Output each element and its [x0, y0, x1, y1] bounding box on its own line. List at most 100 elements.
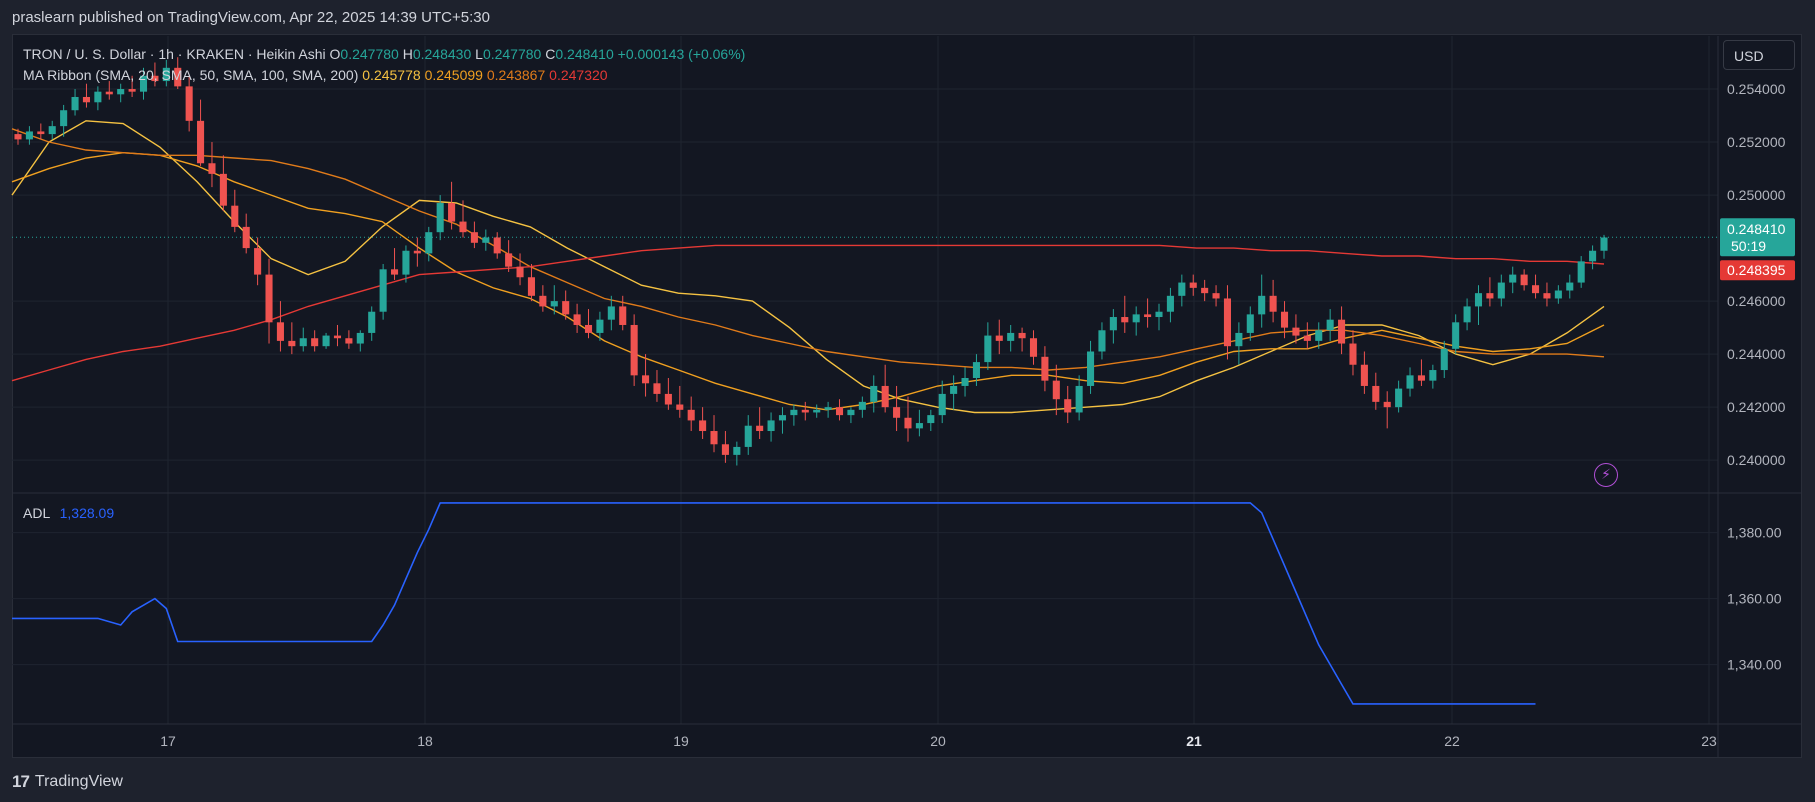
candle-down [904, 417, 912, 429]
adl-legend: ADL 1,328.09 [23, 505, 114, 521]
candle-up [778, 415, 787, 421]
candle-down [1543, 293, 1551, 299]
candle-up [436, 203, 444, 233]
candle-down [1144, 314, 1152, 318]
currency-button[interactable]: USD [1723, 40, 1795, 70]
candle-down [573, 314, 581, 325]
candle-down [219, 173, 227, 206]
x-tick-label: 19 [673, 733, 689, 749]
price-tick-label: 0.240000 [1727, 452, 1786, 468]
ma-value-20: 0.245778 [362, 67, 421, 83]
candle-up [915, 423, 923, 429]
candle-up [1509, 274, 1517, 283]
candle-down [539, 295, 547, 307]
candle-down [311, 338, 319, 347]
candle-down [653, 383, 661, 394]
candle-down [459, 221, 467, 233]
candle-down [185, 86, 193, 121]
adl-tick-label: 1,380.00 [1727, 525, 1782, 541]
adl-label: ADL [23, 505, 50, 521]
ma-value-200: 0.247320 [549, 67, 608, 83]
candle-up [379, 269, 387, 312]
candle-down [1532, 285, 1540, 294]
candle-up [1155, 311, 1163, 318]
candle-up [596, 319, 604, 333]
candle-down [1041, 356, 1049, 381]
lightning-bolt-icon[interactable]: ⚡ [1594, 463, 1618, 487]
candle-down [1064, 399, 1072, 413]
candle-down [208, 163, 216, 174]
tradingview-mark: 17 [12, 772, 30, 791]
candle-down [562, 301, 570, 315]
candle-up [402, 250, 410, 275]
candle-down [493, 237, 501, 254]
candle-down [584, 324, 593, 333]
candle-down [1029, 338, 1038, 357]
candle-up [94, 91, 102, 103]
candle-up [1087, 351, 1095, 386]
candle-down [288, 340, 296, 347]
symbol-title: TRON / U. S. Dollar · 1h · KRAKEN · Heik… [23, 46, 326, 62]
candle-down [333, 335, 342, 339]
candle-up [847, 409, 855, 416]
adl-tick-label: 1,360.00 [1727, 591, 1782, 607]
candle-up [1452, 322, 1460, 349]
candle-down [1360, 364, 1368, 386]
candle-up [48, 126, 56, 135]
candle-down [197, 120, 205, 164]
candle-down [1212, 293, 1220, 299]
candle-up [790, 409, 798, 416]
candle-down [390, 269, 399, 275]
candle-up [858, 401, 866, 410]
candle-up [1326, 319, 1334, 331]
x-tick-label: 20 [930, 733, 946, 749]
candle-down [448, 203, 456, 222]
candle-down [505, 253, 513, 267]
candle-down [1417, 375, 1425, 381]
candle-up [1554, 290, 1562, 299]
candle-up [1258, 295, 1266, 315]
candle-down [231, 205, 239, 227]
candle-down [1189, 282, 1197, 288]
candle-up [1132, 314, 1140, 323]
candle-up [356, 332, 364, 344]
chart-canvas[interactable]: 17 18 19 20 21 22 23 0.254000 0.252000 0.250000 0.… [0, 0, 1815, 802]
candle-down [470, 232, 478, 243]
candle-down [242, 226, 250, 249]
price-tick-label: 0.252000 [1727, 134, 1786, 150]
candle-up [607, 306, 615, 320]
candle-down [893, 407, 901, 418]
candles [14, 57, 1608, 466]
price-tick-label: 0.246000 [1727, 293, 1786, 309]
candle-down [345, 338, 353, 344]
ma-value-50: 0.245099 [424, 67, 483, 83]
high-value: 0.248430 [412, 46, 472, 62]
candle-down [801, 409, 809, 413]
candle-down [756, 425, 764, 432]
candle-up [1075, 385, 1083, 413]
candle-down [37, 131, 45, 135]
candle-up [1474, 293, 1483, 307]
last-price-label: 0.248410 [1727, 221, 1786, 237]
candle-down [1280, 311, 1289, 328]
candle-down [105, 91, 113, 95]
candle-up [117, 89, 125, 95]
candle-up [1178, 282, 1186, 296]
sma200-label: 0.248395 [1727, 262, 1786, 278]
candle-up [1600, 237, 1608, 251]
candle-up [1315, 330, 1323, 341]
candle-up [824, 407, 832, 410]
candle-up [368, 311, 376, 333]
close-label: C [545, 46, 556, 62]
low-value: 0.247780 [482, 46, 542, 62]
candle-up [813, 409, 821, 413]
price-tick-label: 0.254000 [1727, 81, 1786, 97]
candle-up [1406, 375, 1414, 389]
candle-down [619, 306, 627, 325]
adl-pane [12, 502, 1718, 705]
candle-down [1052, 380, 1060, 400]
candle-up [1497, 282, 1505, 299]
x-tick-label: 17 [160, 733, 176, 749]
candle-up [322, 335, 330, 347]
candle-up [972, 362, 980, 378]
